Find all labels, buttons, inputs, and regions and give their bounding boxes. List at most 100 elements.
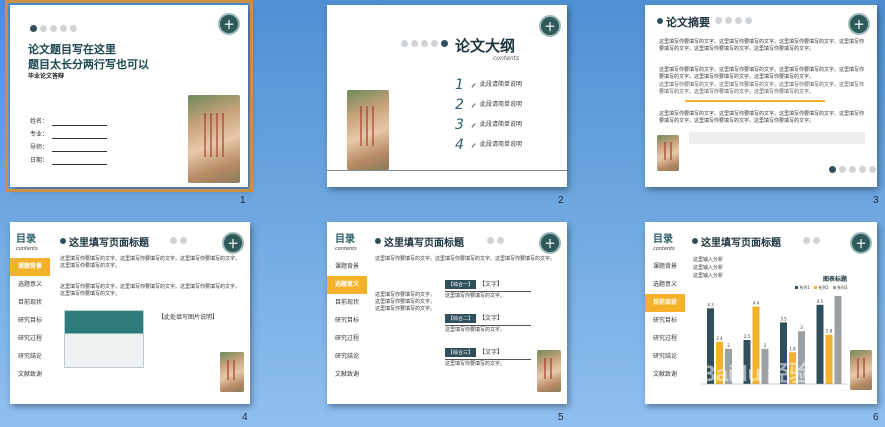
slide-thumbnail-2[interactable]: ⼗ 论文大纲 contents 1 此段请简单说明 2 此段请简单说明 3 此段请简单… [327, 5, 567, 187]
menu-item-7[interactable]: 文献致谢 [327, 366, 367, 384]
menu-title-en: contents [335, 246, 357, 252]
menu-item-2[interactable]: 选题意义 [327, 276, 367, 294]
sidebar-menu: 课题背景 选题意义 目前现状 研究目标 研究过程 研究结论 文献致谢 [645, 258, 685, 384]
page-title: 这里填写页面标题 [69, 238, 149, 249]
slide-thumbnail-1[interactable]: ⼗ 论文题目写在这里 题目太长分两行写也可以 毕业论文答辩 姓名： 专业： 导师… [5, 0, 253, 192]
slide-1-title-line1: 论文题目写在这里 [28, 43, 116, 56]
slide-number-2: 2 [558, 195, 564, 206]
university-logo-icon: ⼗ [850, 232, 872, 254]
menu-item-4[interactable]: 研究目标 [645, 312, 685, 330]
menu-item-7[interactable]: 文献致谢 [10, 366, 50, 384]
slide-3-title: 论文摘要 [666, 16, 710, 29]
box-body: 这里填写你要填写的文字。 [445, 361, 506, 367]
legend-item: 系列3 [832, 285, 848, 291]
university-logo-icon: ⼗ [848, 13, 870, 35]
grey-bar [689, 132, 865, 144]
outline-list: 1 此段请简单说明 2 此段请简单说明 3 此段请简单说明 4 此段请简单说明 [455, 75, 522, 155]
menu-header: 目录 contents [335, 230, 357, 253]
outline-text: 此段请简单说明 [480, 101, 523, 108]
bar-label: 4.3 [707, 302, 714, 307]
outline-item: 4 此段请简单说明 [455, 135, 522, 155]
menu-item-2[interactable]: 选题意义 [10, 276, 50, 294]
menu-item-4[interactable]: 研究目标 [327, 312, 367, 330]
slide-number-1: 1 [240, 195, 246, 206]
box-label: 【文字】 [479, 314, 504, 322]
slide-5-para: 这里填写你要填写的文字。这里填写你要填写的文字。这里填写你要填写的文字。 [375, 256, 556, 262]
box-2: 【综合二】 【文字】 这里填写你要填写的文字。 [445, 314, 531, 334]
pager-dots [829, 166, 876, 173]
slide-thumbnail-5[interactable]: 目录 contents 这里填写页面标题 ⼗ 课题背景 选题意义 目前现状 研究… [327, 222, 567, 404]
slide-thumbnail-3[interactable]: 论文摘要 ⼗ 这里填写你要填写的文字。这里填写你要填写的文字。这里填写你要填写的… [645, 5, 877, 187]
stone-photo [850, 350, 872, 390]
menu-item-3[interactable]: 目前现状 [645, 294, 685, 312]
slide-2-title-en: contents [493, 55, 520, 62]
box-1: 【综合一】 【文字】 这里填写你要填写的文字。 [445, 280, 531, 300]
outline-number: 3 [455, 117, 464, 133]
bar-label: 2.5 [744, 334, 751, 339]
bar-label: 3.5 [780, 316, 787, 321]
menu-title: 目录 [16, 234, 36, 245]
bar-label: 2.4 [716, 336, 723, 341]
page-title: 这里填写页面标题 [384, 238, 464, 249]
legend-series-3: 系列3 [836, 285, 848, 290]
pager-dots [401, 40, 448, 47]
stone-photo [657, 135, 679, 171]
chart-title: 图表标题 [823, 276, 848, 283]
bar-label: 1.8 [789, 346, 796, 351]
menu-item-6[interactable]: 研究结论 [10, 348, 50, 366]
slide-1-title-line2: 题目太长分两行写也可以 [28, 58, 149, 71]
analysis-line: 这里输入分析 [693, 265, 724, 271]
slide-3-para-3: 这里填写你要填写的文字。这里填写你要填写的文字。这里填写你要填写的文字。这里填写… [659, 82, 865, 95]
slide-number-4: 4 [242, 412, 248, 423]
menu-item-5[interactable]: 研究过程 [645, 330, 685, 348]
outline-number: 4 [455, 137, 464, 153]
menu-item-1[interactable]: 课题背景 [327, 258, 367, 276]
analysis-line: 这里输入分析 [693, 273, 724, 279]
menu-item-6[interactable]: 研究结论 [327, 348, 367, 366]
chart-legend: 系列1 系列2 系列3 [795, 285, 847, 291]
bar-label: 3 [800, 325, 803, 330]
menu-title: 目录 [653, 234, 673, 245]
menu-item-3[interactable]: 目前现状 [327, 294, 367, 312]
slide-number-6: 6 [873, 412, 879, 423]
slide-4-para: 这里填写你要填写的文字。这里填写你要填写的文字。这里填写你要填写的文字。这里填写… [60, 256, 241, 269]
bar-label: 5 [837, 294, 840, 295]
slide-thumbnail-4[interactable]: 目录 contents 这里填写页面标题 ⼗ 课题背景 选题意义 目前现状 研究… [10, 222, 250, 404]
sidebar-menu: 课题背景 选题意义 目前现状 研究目标 研究过程 研究结论 文献致谢 [327, 258, 367, 384]
outline-text: 此段请简单说明 [480, 141, 523, 148]
bar-3-4 [834, 296, 842, 384]
slide-4-para-2: 这里填写你要填写的文字。这里填写你要填写的文字。这里填写你要填写的文字。这里填写… [60, 284, 241, 297]
legend-series-1: 系列1 [799, 285, 810, 290]
menu-item-3[interactable]: 目前现状 [10, 294, 50, 312]
menu-item-6[interactable]: 研究结论 [645, 348, 685, 366]
box-body: 这里填写你要填写的文字。 [445, 293, 506, 299]
pager-dots [487, 237, 504, 244]
menu-item-4[interactable]: 研究目标 [10, 312, 50, 330]
slide-5-side-para: 这里填写你要填写的文字。这里填写你要填写的文字。这里填写你要填写的文字。 [375, 292, 436, 312]
menu-item-7[interactable]: 文献致谢 [645, 366, 685, 384]
screenshot-image [64, 310, 144, 368]
bar-label: 2.8 [826, 329, 833, 334]
menu-header: 目录 contents [653, 230, 675, 253]
field-advisor-label: 导师： [30, 144, 49, 151]
pager-dots [170, 237, 187, 244]
menu-item-1[interactable]: 课题背景 [10, 258, 50, 276]
menu-item-1[interactable]: 课题背景 [645, 258, 685, 276]
pager-dots [803, 237, 820, 244]
bar-label: 2 [727, 343, 730, 348]
menu-item-5[interactable]: 研究过程 [327, 330, 367, 348]
field-major-label: 专业： [30, 131, 49, 138]
legend-series-2: 系列2 [818, 285, 829, 290]
box-tag: 【综合二】 [445, 314, 477, 323]
menu-item-2[interactable]: 选题意义 [645, 276, 685, 294]
outline-item: 3 此段请简单说明 [455, 115, 522, 135]
slide-3-para-1: 这里填写你要填写的文字。这里填写你要填写的文字。这里填写你要填写的文字。这里填写… [659, 39, 865, 52]
slide-number-5: 5 [558, 412, 564, 423]
outline-text: 此段请简单说明 [480, 121, 523, 128]
slide-number-3: 3 [873, 195, 879, 206]
menu-item-5[interactable]: 研究过程 [10, 330, 50, 348]
university-logo-icon: ⼗ [222, 232, 244, 254]
box-tag: 【综合三】 [445, 348, 477, 357]
field-name-label: 姓名： [30, 118, 49, 125]
university-logo-icon: ⼗ [218, 13, 240, 35]
